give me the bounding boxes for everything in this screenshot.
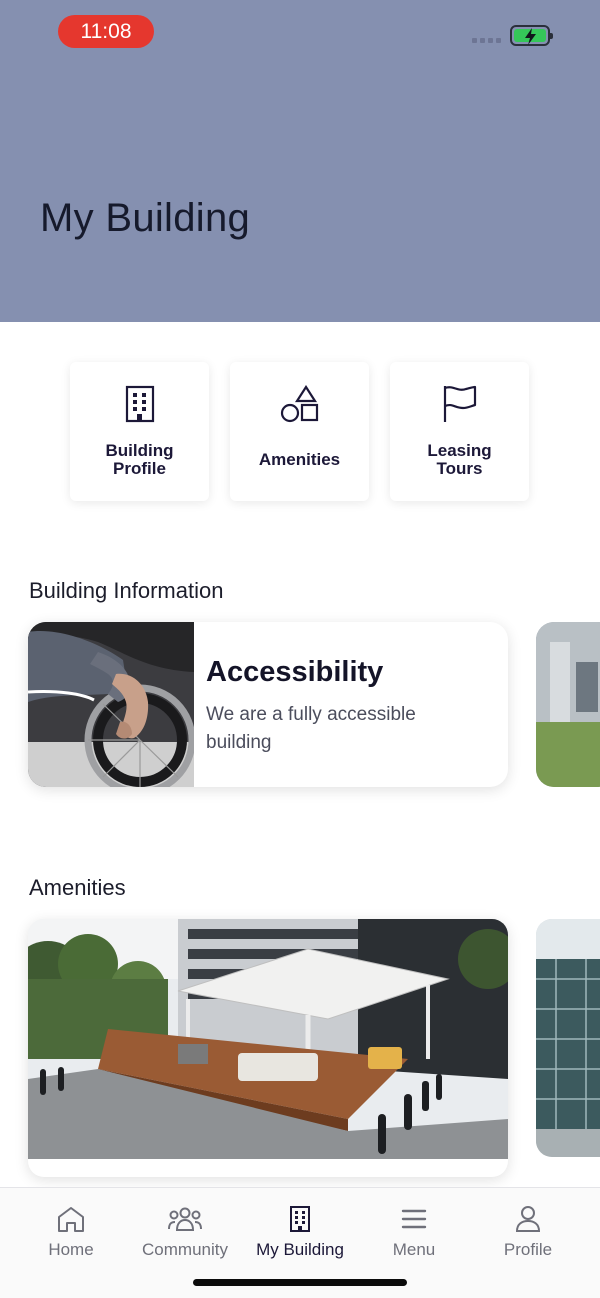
tab-community[interactable]: Community	[125, 1204, 245, 1260]
tab-label: Menu	[392, 1240, 436, 1259]
wheelchair-photo	[28, 622, 194, 787]
home-icon	[56, 1204, 86, 1234]
flag-icon	[441, 384, 479, 424]
outdoor-terrace-photo	[28, 919, 508, 1159]
amenities-button[interactable]: Amenities	[230, 362, 369, 501]
leasing-tours-button[interactable]: Leasing Tours	[390, 362, 529, 501]
person-icon	[515, 1204, 541, 1234]
tab-label: Home	[48, 1240, 94, 1259]
signal-icon	[472, 38, 501, 43]
amenity-card[interactable]	[28, 919, 508, 1177]
header-banner: 11:08 My Building	[0, 0, 600, 322]
home-indicator	[193, 1279, 407, 1286]
building-icon	[125, 384, 155, 424]
quick-action-label: Amenities	[258, 450, 341, 469]
next-info-card[interactable]	[536, 622, 600, 787]
next-amenity-card[interactable]	[536, 919, 600, 1157]
page-title: My Building	[40, 196, 251, 240]
tab-label: Community	[142, 1240, 228, 1259]
people-icon	[168, 1204, 202, 1234]
quick-action-label: Building Profile	[105, 441, 174, 478]
card-description: We are a fully accessible building	[206, 704, 416, 753]
menu-icon	[401, 1204, 427, 1234]
tab-menu[interactable]: Menu	[354, 1204, 474, 1260]
tab-label: Profile	[503, 1240, 553, 1259]
card-title: Accessibility	[206, 656, 384, 688]
battery-icon	[510, 25, 553, 46]
tab-profile[interactable]: Profile	[468, 1204, 588, 1260]
building-profile-button[interactable]: Building Profile	[70, 362, 209, 501]
quick-action-label: Leasing Tours	[427, 441, 492, 478]
tab-home[interactable]: Home	[11, 1204, 131, 1260]
status-time: 11:08	[58, 15, 154, 48]
accessibility-card[interactable]: Accessibility We are a fully accessible …	[28, 622, 508, 787]
section-title-amenities: Amenities	[29, 875, 126, 900]
tab-my-building[interactable]: My Building	[240, 1204, 360, 1260]
tab-label: My Building	[256, 1240, 344, 1259]
section-title-building-information: Building Information	[29, 578, 224, 603]
building-icon	[289, 1204, 311, 1234]
shapes-icon	[280, 384, 320, 424]
